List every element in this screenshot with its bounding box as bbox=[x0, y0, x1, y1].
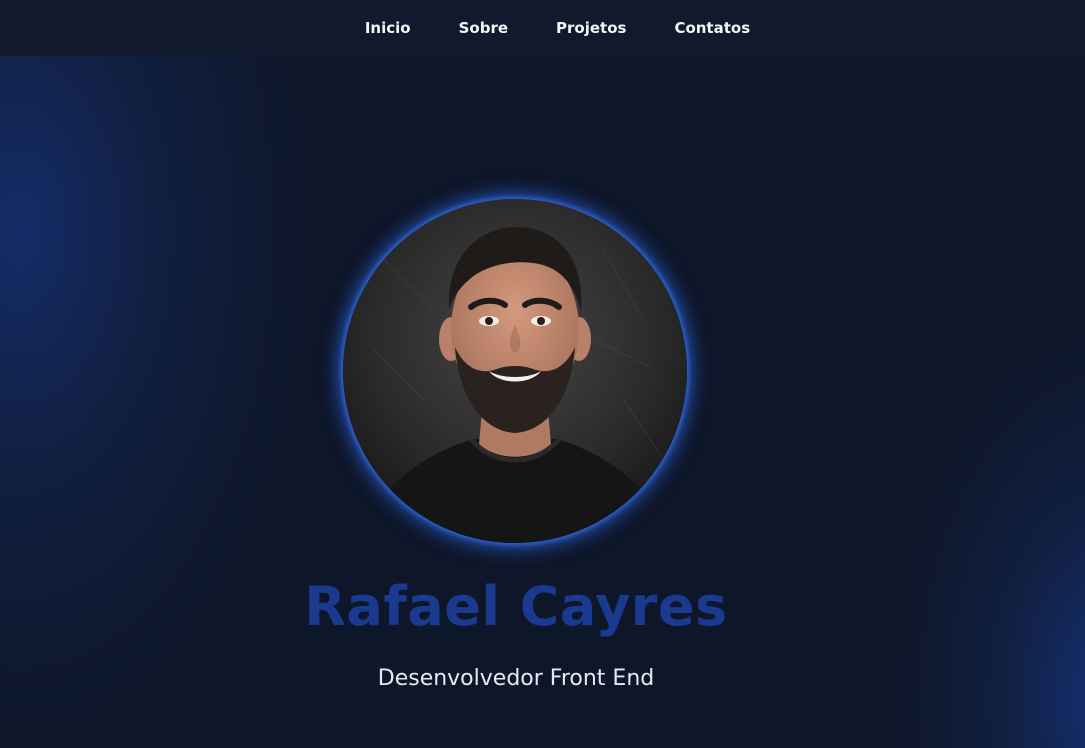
hero-role: Desenvolvedor Front End bbox=[377, 666, 655, 691]
hero-name: Rafael Cayres bbox=[304, 575, 728, 638]
hero-section: Rafael Cayres Desenvolvedor Front End bbox=[0, 0, 1085, 748]
page: Inicio Sobre Projetos Contatos Rafael Ca… bbox=[0, 0, 1085, 748]
avatar bbox=[343, 199, 687, 543]
profile-photo-icon bbox=[343, 199, 687, 543]
